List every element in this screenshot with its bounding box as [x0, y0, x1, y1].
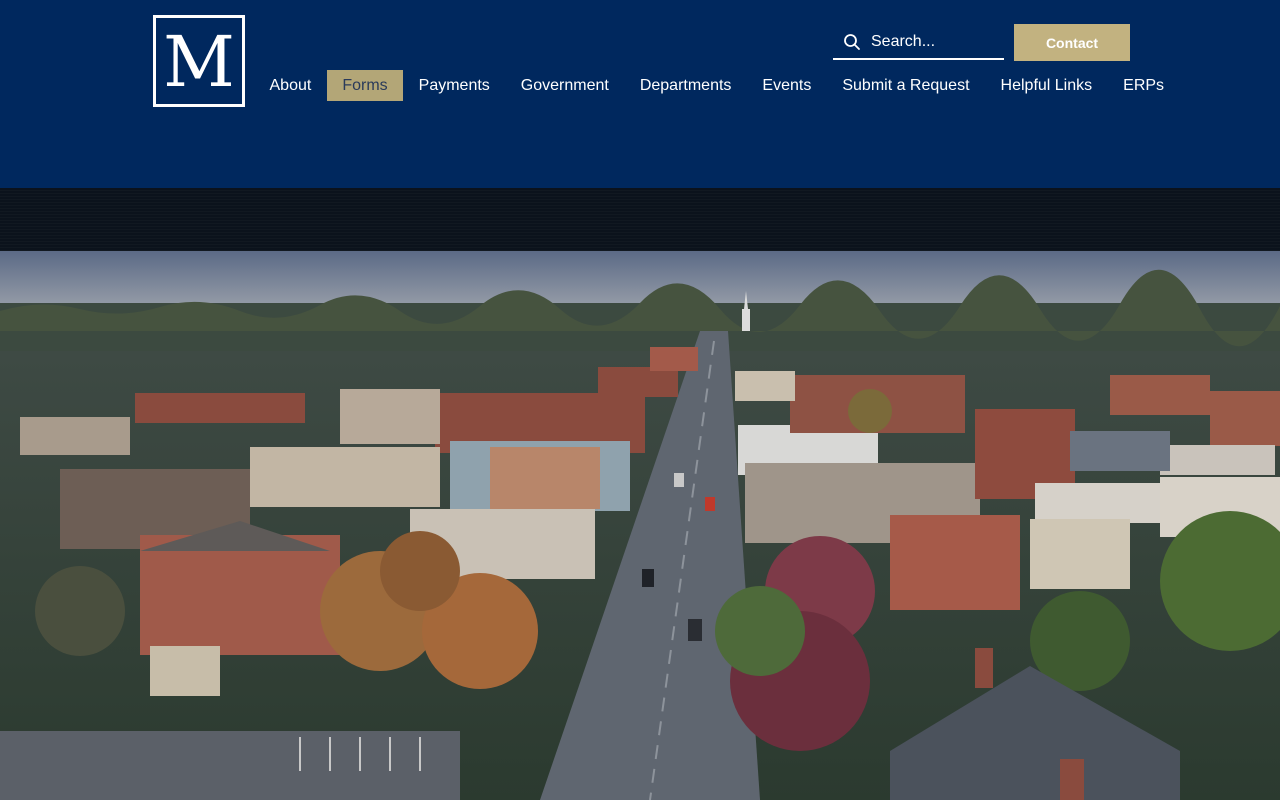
search-bar[interactable]	[833, 24, 1004, 60]
aerial-town-illustration	[0, 251, 1280, 800]
nav-item-forms[interactable]: Forms	[326, 70, 404, 101]
nav-item-submit-a-request[interactable]: Submit a Request	[827, 70, 985, 101]
contact-button[interactable]: Contact	[1014, 24, 1130, 61]
site-logo[interactable]: M	[153, 15, 245, 107]
nav-item-events[interactable]: Events	[747, 70, 827, 101]
nav-item-about[interactable]: About	[254, 70, 327, 101]
nav-item-government[interactable]: Government	[505, 70, 624, 101]
site-header: M Contact About Forms Payments Governmen…	[0, 0, 1280, 188]
search-icon[interactable]	[843, 33, 861, 51]
search-input[interactable]	[871, 30, 999, 54]
logo-letter: M	[163, 21, 235, 103]
nav-item-payments[interactable]: Payments	[403, 70, 505, 101]
nav-item-erps[interactable]: ERPs	[1108, 70, 1180, 101]
nav-item-helpful-links[interactable]: Helpful Links	[985, 70, 1108, 101]
hero-aerial-town-image	[0, 251, 1280, 800]
nav-item-departments[interactable]: Departments	[624, 70, 747, 101]
dark-banner-strip	[0, 188, 1280, 251]
main-nav: About Forms Payments Government Departme…	[254, 70, 1180, 101]
